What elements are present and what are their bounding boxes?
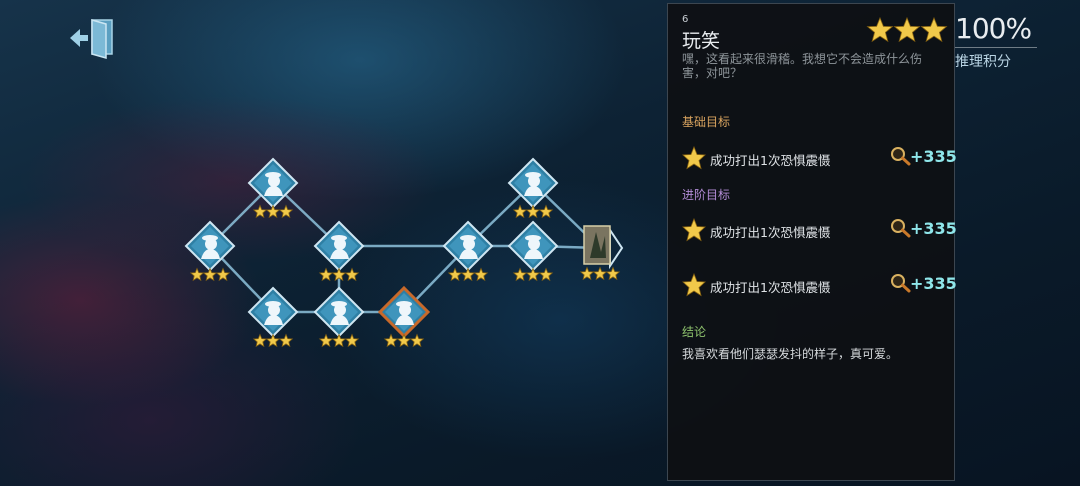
conclusion-label: 结论 (682, 325, 707, 339)
node-star-icon (538, 204, 554, 219)
node-star-icon (592, 266, 608, 281)
node-star-icon (189, 267, 205, 282)
rating-star-icon (893, 16, 921, 43)
objective-text: 成功打出1次恐惧震慑 (710, 225, 831, 240)
objective-reward: +335 (910, 274, 957, 293)
node-star-icon (344, 267, 360, 282)
episode-title: 玩笑 (682, 30, 721, 52)
node-star-icon (447, 267, 463, 282)
level-node[interactable] (507, 157, 559, 219)
objective-row: 成功打出1次恐惧震慑 +335 (682, 270, 957, 298)
level-map (184, 157, 624, 348)
objective-text: 成功打出1次恐惧震慑 (710, 280, 831, 295)
level-node[interactable] (377, 285, 431, 348)
divider (955, 47, 1037, 48)
objective-text: 成功打出1次恐惧震慑 (710, 153, 831, 168)
node-star-icon (318, 333, 334, 348)
node-star-icon (605, 266, 621, 281)
objective-reward: +335 (910, 219, 957, 238)
node-star-icon (252, 204, 268, 219)
node-star-icon (344, 333, 360, 348)
star-icon (682, 273, 706, 297)
node-star-icon (460, 267, 476, 282)
episode-number: 6 (682, 14, 689, 25)
objective-reward: +335 (910, 147, 957, 166)
magnifier-icon (891, 219, 911, 238)
level-node[interactable] (313, 286, 365, 348)
magnifier-icon (891, 147, 911, 166)
node-star-icon (331, 333, 347, 348)
node-star-icon (278, 333, 294, 348)
star-icon (682, 146, 706, 170)
node-star-icon (579, 266, 595, 281)
node-star-icon (318, 267, 334, 282)
basic-objectives-label: 基础目标 (682, 115, 731, 129)
node-star-icon (512, 204, 528, 219)
objective-row: 成功打出1次恐惧震慑 +335 (682, 215, 957, 243)
node-star-icon (409, 333, 425, 348)
node-star-icon (473, 267, 489, 282)
episode-description: 嘿，这看起来很滑稽。我想它不会造成什么伤害，对吧？ (682, 52, 923, 80)
score-label: 推理积分 (955, 54, 1011, 70)
node-star-icon (383, 333, 399, 348)
objective-row: 成功打出1次恐惧震慑 +335 (682, 143, 957, 171)
advanced-objectives-label: 进阶目标 (682, 188, 731, 202)
level-node[interactable] (579, 225, 624, 281)
level-node[interactable] (507, 220, 559, 282)
level-node[interactable] (247, 286, 299, 348)
node-star-icon (215, 267, 231, 282)
completion-percent: 100% (955, 12, 1032, 45)
star-icon (682, 218, 706, 242)
rating-star-icon (866, 16, 894, 43)
node-star-icon (525, 267, 541, 282)
magnifier-icon (891, 274, 911, 293)
node-star-icon (265, 333, 281, 348)
node-star-icon (512, 267, 528, 282)
node-star-icon (252, 333, 268, 348)
node-star-icon (202, 267, 218, 282)
node-star-icon (278, 204, 294, 219)
episode-rating-stars (866, 16, 948, 43)
node-star-icon (265, 204, 281, 219)
rating-star-icon (920, 16, 948, 43)
level-node[interactable] (247, 157, 299, 219)
node-star-icon (525, 204, 541, 219)
node-star-icon (396, 333, 412, 348)
node-star-icon (538, 267, 554, 282)
conclusion-text: 我喜欢看他们瑟瑟发抖的样子，真可爱。 (682, 347, 899, 361)
